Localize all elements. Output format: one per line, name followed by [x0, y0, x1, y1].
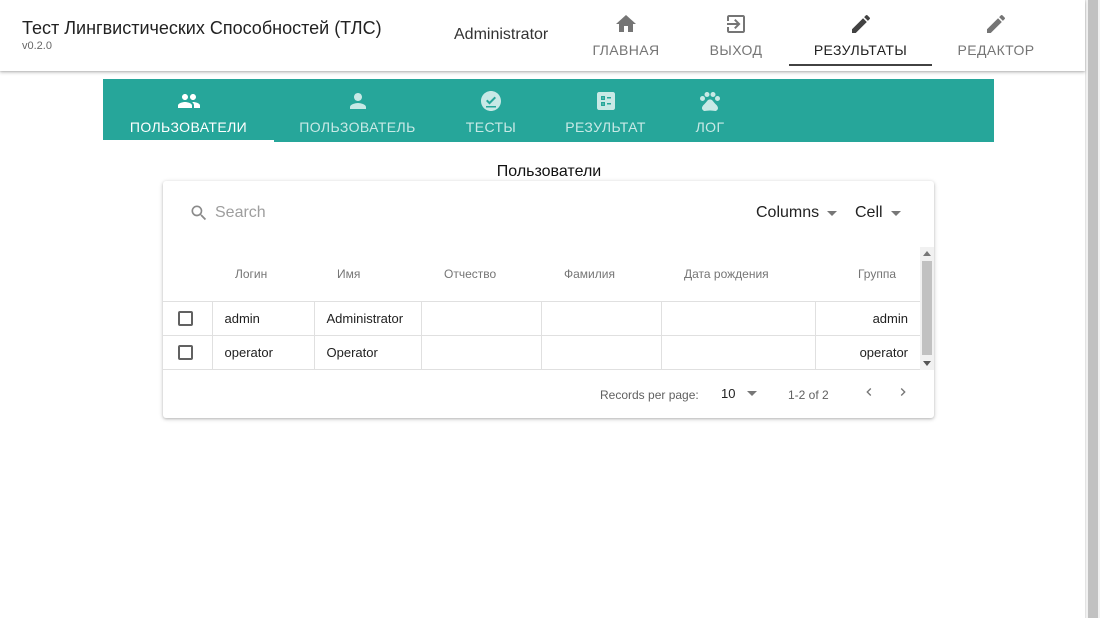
column-header-patronymic[interactable]: Отчество: [421, 247, 541, 302]
users-table: Логин Имя Отчество Фамилия Дата рождения…: [163, 247, 920, 370]
sub-tabs: ПОЛЬЗОВАТЕЛИ ПОЛЬЗОВАТЕЛЬ ТЕСТЫ РЕЗУЛЬТА…: [103, 79, 994, 142]
home-icon: [616, 15, 636, 32]
cell-birthdate[interactable]: [661, 335, 816, 370]
cell-group[interactable]: operator: [815, 335, 920, 370]
page-scrollbar-thumb[interactable]: [1088, 0, 1098, 618]
cell-dropdown[interactable]: Cell: [855, 204, 901, 222]
cell-name[interactable]: Administrator: [314, 301, 422, 336]
column-header-surname[interactable]: Фамилия: [541, 247, 661, 302]
tab-users[interactable]: ПОЛЬЗОВАТЕЛИ: [103, 79, 274, 142]
search-input[interactable]: [215, 204, 415, 222]
scroll-down-arrow-icon[interactable]: [923, 361, 931, 366]
table-pagination: Records per page: 10 1-2 of 2: [163, 370, 934, 418]
check-circle-icon: [481, 91, 501, 111]
users-table-card: Columns Cell Логин Имя Отчество Фамилия: [163, 181, 934, 418]
columns-dropdown-label: Columns: [756, 204, 820, 221]
tab-log[interactable]: ЛОГ: [670, 79, 750, 142]
app-root: Тест Лингвистических Способностей (ТЛС) …: [0, 0, 1100, 618]
tab-user[interactable]: ПОЛЬЗОВАТЕЛЬ: [274, 79, 441, 142]
nav-home-label: ГЛАВНАЯ: [592, 42, 660, 58]
row-checkbox[interactable]: [178, 344, 193, 360]
tab-tests-label: ТЕСТЫ: [465, 119, 517, 135]
logout-icon: [727, 15, 745, 33]
next-page-button[interactable]: [895, 384, 911, 400]
table-row[interactable]: operator Operator operator: [163, 335, 920, 370]
records-per-page-select[interactable]: 10: [721, 386, 758, 401]
previous-page-button[interactable]: [861, 384, 877, 400]
app-title: Тест Лингвистических Способностей (ТЛС): [22, 18, 382, 38]
list-box-icon: [596, 92, 615, 110]
brand: Тест Лингвистических Способностей (ТЛС) …: [22, 18, 382, 52]
table-row[interactable]: admin Administrator admin: [163, 301, 920, 336]
section-title: Пользователи: [496, 163, 602, 180]
scroll-up-arrow-icon[interactable]: [923, 251, 931, 256]
records-per-page-label: Records per page:: [600, 388, 699, 402]
pencil-icon: [851, 14, 870, 33]
cell-group[interactable]: admin: [815, 301, 920, 336]
column-header-name[interactable]: Имя: [314, 247, 421, 302]
table-search: [189, 203, 415, 223]
pencil-icon: [987, 14, 1006, 33]
nav-logout-label: ВЫХОД: [709, 42, 763, 58]
search-icon: [191, 205, 207, 221]
cell-login[interactable]: admin: [212, 301, 315, 336]
table-scrollbar[interactable]: [920, 247, 934, 370]
nav-editor-label: РЕДАКТОР: [957, 42, 1035, 58]
table-scrollbar-thumb[interactable]: [922, 261, 932, 355]
people-icon: [177, 94, 200, 108]
chevron-down-icon: [827, 210, 838, 216]
page-scrollbar[interactable]: [1085, 0, 1100, 618]
column-header-group[interactable]: Группа: [815, 247, 920, 302]
app-version: v0.2.0: [22, 40, 52, 52]
nav-home-button[interactable]: ГЛАВНАЯ: [581, 0, 671, 66]
table-header-row: Логин Имя Отчество Фамилия Дата рождения…: [163, 247, 920, 302]
chevron-right-icon: [900, 388, 906, 396]
tab-result[interactable]: РЕЗУЛЬТАТ: [541, 79, 670, 142]
tab-user-label: ПОЛЬЗОВАТЕЛЬ: [299, 119, 416, 135]
cell-login[interactable]: operator: [212, 335, 315, 370]
tab-tests[interactable]: ТЕСТЫ: [441, 79, 541, 142]
tab-log-label: ЛОГ: [695, 119, 725, 135]
cell-patronymic[interactable]: [421, 335, 542, 370]
cell-birthdate[interactable]: [661, 301, 816, 336]
pagination-range: 1-2 of 2: [788, 388, 829, 402]
chevron-down-icon: [747, 391, 758, 396]
tab-result-label: РЕЗУЛЬТАТ: [565, 119, 646, 135]
current-user-name: Administrator: [454, 26, 549, 43]
row-select-cell: [163, 301, 213, 336]
nav-results-label: РЕЗУЛЬТАТЫ: [813, 42, 908, 58]
cell-dropdown-label: Cell: [855, 204, 883, 221]
nav-results-button[interactable]: РЕЗУЛЬТАТЫ: [789, 0, 932, 66]
tab-users-label: ПОЛЬЗОВАТЕЛИ: [129, 119, 248, 135]
column-header-login[interactable]: Логин: [212, 247, 314, 302]
chevron-down-icon: [890, 210, 901, 216]
table-viewport: Логин Имя Отчество Фамилия Дата рождения…: [163, 247, 920, 370]
nav-logout-button[interactable]: ВЫХОД: [694, 0, 778, 66]
chevron-left-icon: [866, 388, 872, 396]
select-column-header: [163, 247, 212, 302]
cell-name[interactable]: Operator: [314, 335, 422, 370]
person-icon: [349, 93, 366, 109]
cell-surname[interactable]: [541, 335, 662, 370]
row-select-cell: [163, 335, 213, 370]
records-per-page-value: 10: [721, 386, 736, 401]
cell-patronymic[interactable]: [421, 301, 542, 336]
column-header-birthdate[interactable]: Дата рождения: [661, 247, 815, 302]
columns-dropdown[interactable]: Columns: [756, 204, 838, 222]
nav-editor-button[interactable]: РЕДАКТОР: [944, 0, 1048, 66]
app-bar: Тест Лингвистических Способностей (ТЛС) …: [0, 0, 1085, 71]
row-checkbox[interactable]: [178, 310, 193, 326]
cell-surname[interactable]: [541, 301, 662, 336]
paw-icon: [700, 92, 720, 112]
